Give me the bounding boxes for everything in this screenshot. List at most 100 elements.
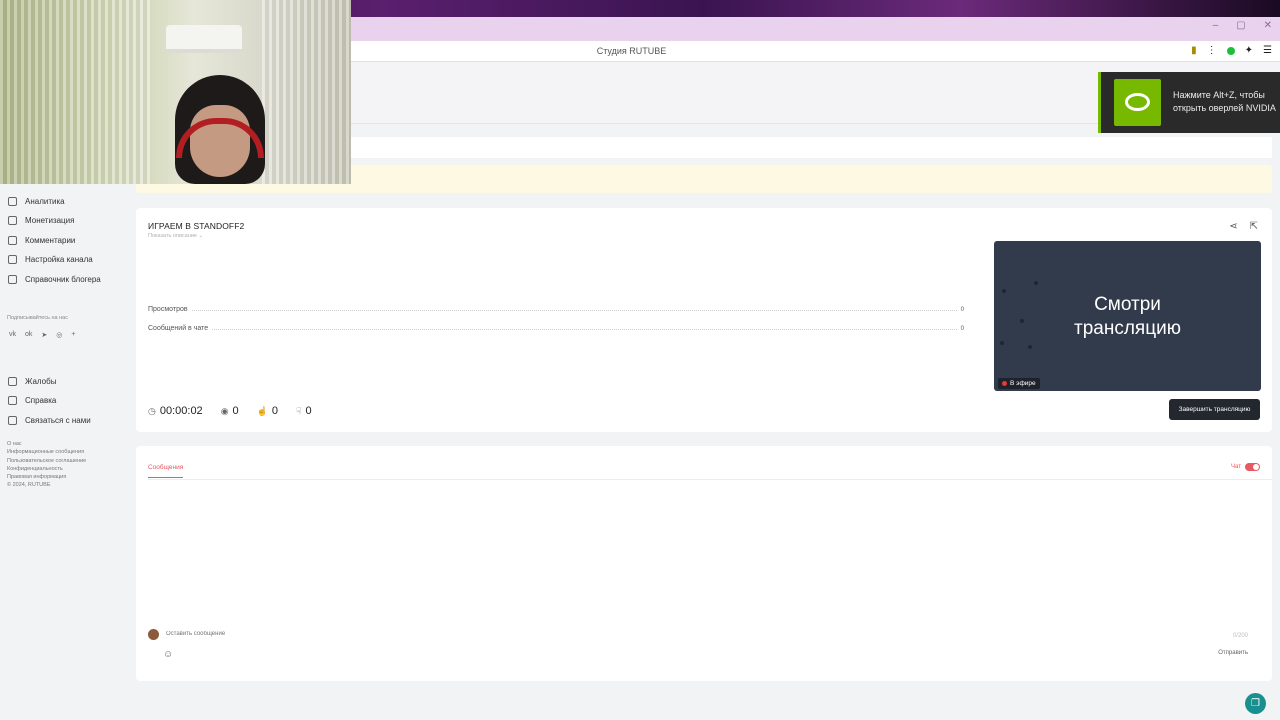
more-icon[interactable]: ⋮ — [1207, 45, 1217, 56]
tab-messages[interactable]: Сообщения — [148, 464, 184, 478]
footer-link-agreement[interactable]: Пользовательское соглашение — [7, 457, 86, 465]
duration-value: 00:00:02 — [159, 405, 203, 417]
sidebar-item-label: Монетизация — [25, 216, 75, 225]
support-chat-icon[interactable]: ❐ — [1245, 693, 1266, 714]
stream-card: ИГРАЕМ В STANDOFF2 Показать описание ⌄ ⋖… — [136, 208, 1272, 432]
nvidia-logo-icon — [1114, 79, 1161, 126]
live-badge: В эфире — [998, 378, 1040, 389]
nvidia-message: Нажмите Alt+Z, чтобы открыть оверлей NVI… — [1173, 89, 1280, 115]
sidebar-item-analytics[interactable]: Аналитика — [8, 197, 65, 206]
extension-icon[interactable] — [1226, 46, 1235, 55]
footer-link-legal[interactable]: Правовая информация — [7, 473, 86, 481]
footer-link-info[interactable]: Информационные сообщения — [7, 448, 86, 456]
social-links: vk ok ➤ ◎ + — [9, 331, 75, 339]
window-controls: – ▢ ✕ — [1213, 20, 1272, 31]
nvidia-message-line1: Нажмите Alt+Z, чтобы — [1173, 90, 1265, 100]
duration-counter: ◷ 00:00:02 — [148, 405, 203, 417]
nvidia-message-line2: открыть оверлей NVIDIA — [1173, 103, 1276, 113]
more-socials-icon[interactable]: + — [71, 331, 75, 339]
stream-actions: ⋖ ⇱ — [1229, 221, 1258, 232]
close-icon[interactable]: ✕ — [1264, 20, 1272, 31]
sidebar-item-label: Жалобы — [25, 377, 57, 386]
stat-chat-messages: Сообщений в чате 0 — [148, 325, 964, 332]
end-stream-button[interactable]: Завершить трансляцию — [1169, 399, 1260, 420]
message-input[interactable] — [166, 631, 1236, 637]
vk-icon[interactable]: vk — [9, 331, 16, 339]
char-counter: 0/200 — [1232, 633, 1248, 639]
show-description-label: Показать описание — [148, 233, 197, 239]
sidebar-item-monetization[interactable]: Монетизация — [8, 216, 74, 225]
footer-link-privacy[interactable]: Конфиденциальность — [7, 465, 86, 473]
curtain-right — [262, 0, 351, 184]
live-label: В эфире — [1010, 380, 1036, 387]
stat-value: 0 — [960, 307, 964, 313]
stream-preview[interactable]: Смотри трансляцию В эфире — [994, 241, 1261, 391]
sidebar-item-label: Комментарии — [25, 236, 76, 245]
monetization-icon — [8, 216, 17, 225]
minimize-icon[interactable]: – — [1213, 20, 1219, 31]
sidebar-item-handbook[interactable]: Справочник блогера — [8, 275, 101, 284]
clock-icon: ◷ — [148, 405, 156, 416]
flag-icon — [8, 377, 17, 386]
stream-counters: ◷ 00:00:02 ◉ 0 ☝ 0 ☟ 0 — [148, 405, 330, 417]
preview-speck — [1028, 345, 1032, 349]
sidebar-item-label: Аналитика — [25, 197, 65, 206]
stream-title: ИГРАЕМ В STANDOFF2 — [148, 221, 245, 231]
maximize-icon[interactable]: ▢ — [1236, 20, 1245, 31]
air-conditioner — [166, 25, 242, 53]
stat-label: Просмотров — [148, 306, 188, 313]
live-dot-icon — [1002, 381, 1007, 386]
zen-icon[interactable]: ◎ — [56, 331, 62, 339]
stat-dots — [212, 329, 957, 330]
chat-toggle-label: Чат — [1231, 464, 1241, 470]
sidebar-item-label: Настройка канала — [25, 255, 93, 264]
menu-icon[interactable]: ☰ — [1263, 45, 1272, 56]
ok-icon[interactable]: ok — [25, 331, 32, 339]
chat-divider — [148, 479, 1272, 480]
footer-link-about[interactable]: О нас — [7, 440, 86, 448]
chat-toggle[interactable]: Чат — [1231, 463, 1260, 471]
share-icon[interactable]: ⋖ — [1229, 221, 1237, 232]
sidebar-item-label: Справочник блогера — [25, 275, 101, 284]
show-description-link[interactable]: Показать описание ⌄ — [148, 233, 203, 239]
analytics-icon — [8, 197, 17, 206]
avatar — [148, 629, 159, 640]
mail-icon — [8, 416, 17, 425]
webcam-overlay — [0, 0, 351, 184]
preview-speck — [1000, 341, 1004, 345]
viewers-counter: ◉ 0 — [221, 405, 239, 417]
comments-icon — [8, 236, 17, 245]
puzzle-icon[interactable]: ✦ — [1245, 45, 1253, 56]
address-bar-icons: ▮ ⋮ ✦ ☰ — [1191, 45, 1272, 56]
handbook-icon — [8, 275, 17, 284]
help-icon — [8, 396, 17, 405]
toggle-switch[interactable] — [1245, 463, 1260, 471]
emoji-icon[interactable]: ☺ — [163, 649, 173, 660]
follow-us-label: Подписывайтесь на нас — [7, 315, 68, 321]
footer-links: О нас Информационные сообщения Пользоват… — [7, 440, 86, 490]
eye-icon: ◉ — [220, 405, 229, 416]
sidebar-item-channel-settings[interactable]: Настройка канала — [8, 255, 93, 264]
open-external-icon[interactable]: ⇱ — [1250, 221, 1258, 232]
telegram-icon[interactable]: ➤ — [41, 331, 47, 339]
preview-caption-line1: Смотри — [1094, 294, 1161, 315]
stat-views: Просмотров 0 — [148, 306, 964, 313]
preview-caption: Смотри трансляцию — [994, 293, 1261, 341]
preview-speck — [1034, 281, 1038, 285]
thumbs-down-icon: ☟ — [296, 405, 302, 416]
channel-settings-icon — [8, 255, 17, 264]
stat-label: Сообщений в чате — [148, 325, 209, 332]
curtain-left — [0, 0, 150, 184]
sidebar-item-complaints[interactable]: Жалобы — [8, 377, 56, 386]
likes-value: 0 — [271, 405, 279, 417]
sidebar-item-contact[interactable]: Связаться с нами — [8, 416, 91, 425]
sidebar-item-help[interactable]: Справка — [8, 396, 56, 405]
bookmark-icon[interactable]: ▮ — [1191, 45, 1197, 56]
thumbs-up-icon: ☝ — [256, 405, 268, 416]
preview-caption-line2: трансляцию — [1074, 318, 1181, 339]
send-button[interactable]: Отправить — [1218, 650, 1248, 656]
stat-value: 0 — [960, 326, 964, 332]
sidebar-item-comments[interactable]: Комментарии — [8, 236, 75, 245]
viewers-value: 0 — [232, 405, 239, 417]
stat-dots — [191, 310, 957, 311]
